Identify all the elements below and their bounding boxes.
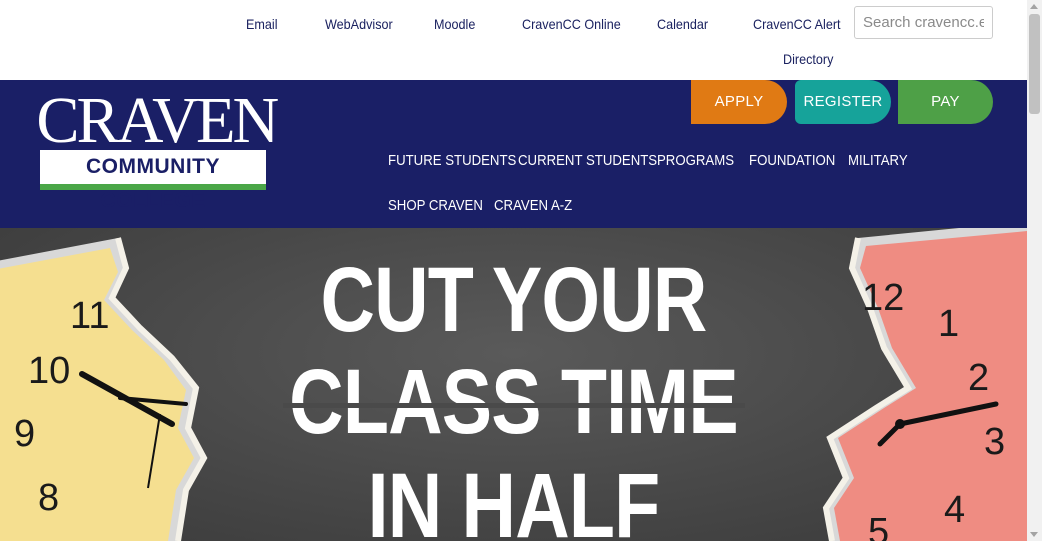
apply-button[interactable]: APPLY (691, 80, 787, 124)
hero-headline-line1: CUT YOUR (320, 249, 707, 351)
utility-link-directory[interactable]: Directory (783, 51, 833, 67)
utility-link-calendar[interactable]: Calendar (657, 16, 708, 32)
hero-headline-line2: CLASS TIME (289, 351, 738, 453)
pay-button[interactable]: PAY (898, 80, 993, 124)
page-scrollbar[interactable] (1027, 0, 1042, 541)
nav-military[interactable]: MILITARY (848, 152, 908, 169)
search-input[interactable] (854, 6, 993, 39)
left-clock-numeral: 8 (38, 477, 59, 519)
site-header: CRAVEN COMMUNITY COLLEGE APPLY REGISTER … (0, 80, 1027, 228)
logo-subtitle: COMMUNITY COLLEGE (40, 150, 266, 212)
nav-shop-craven[interactable]: SHOP CRAVEN (388, 197, 483, 214)
nav-foundation[interactable]: FOUNDATION (749, 152, 835, 169)
right-clock-numeral: 3 (984, 421, 1005, 463)
right-clock-numeral: 1 (938, 303, 959, 345)
utility-link-moodle[interactable]: Moodle (434, 16, 475, 32)
utility-bar: Email WebAdvisor Moodle CravenCC Online … (0, 0, 1027, 80)
right-clock-numeral: 4 (944, 489, 965, 531)
register-button[interactable]: REGISTER (795, 80, 891, 124)
utility-link-email[interactable]: Email (246, 16, 278, 32)
hero-banner[interactable]: 11 10 9 8 12 1 2 3 4 5 CUT YOUR CLASS TI… (0, 228, 1027, 541)
utility-link-cravencc-online[interactable]: CravenCC Online (522, 16, 621, 32)
utility-link-cravencc-alert[interactable]: CravenCC Alert (753, 16, 841, 32)
scroll-down-arrow-icon[interactable] (1030, 532, 1038, 537)
nav-future-students[interactable]: FUTURE STUDENTS (388, 152, 516, 169)
right-clock-numeral: 2 (968, 357, 989, 399)
left-clock-numeral: 10 (28, 350, 70, 392)
left-clock-numeral: 9 (14, 413, 35, 455)
hero-headline-line3: IN HALF (367, 455, 661, 541)
college-logo[interactable]: CRAVEN COMMUNITY COLLEGE (34, 84, 279, 213)
nav-programs[interactable]: PROGRAMS (657, 152, 734, 169)
scrollbar-thumb[interactable] (1029, 14, 1040, 114)
nav-current-students[interactable]: CURRENT STUDENTS (518, 152, 657, 169)
scroll-up-arrow-icon[interactable] (1030, 4, 1038, 9)
logo-green-bar (40, 184, 266, 190)
strikethrough-line (283, 403, 745, 408)
nav-craven-a-z[interactable]: CRAVEN A-Z (494, 197, 572, 214)
utility-link-webadvisor[interactable]: WebAdvisor (325, 16, 393, 32)
logo-wordmark: CRAVEN (36, 84, 279, 157)
